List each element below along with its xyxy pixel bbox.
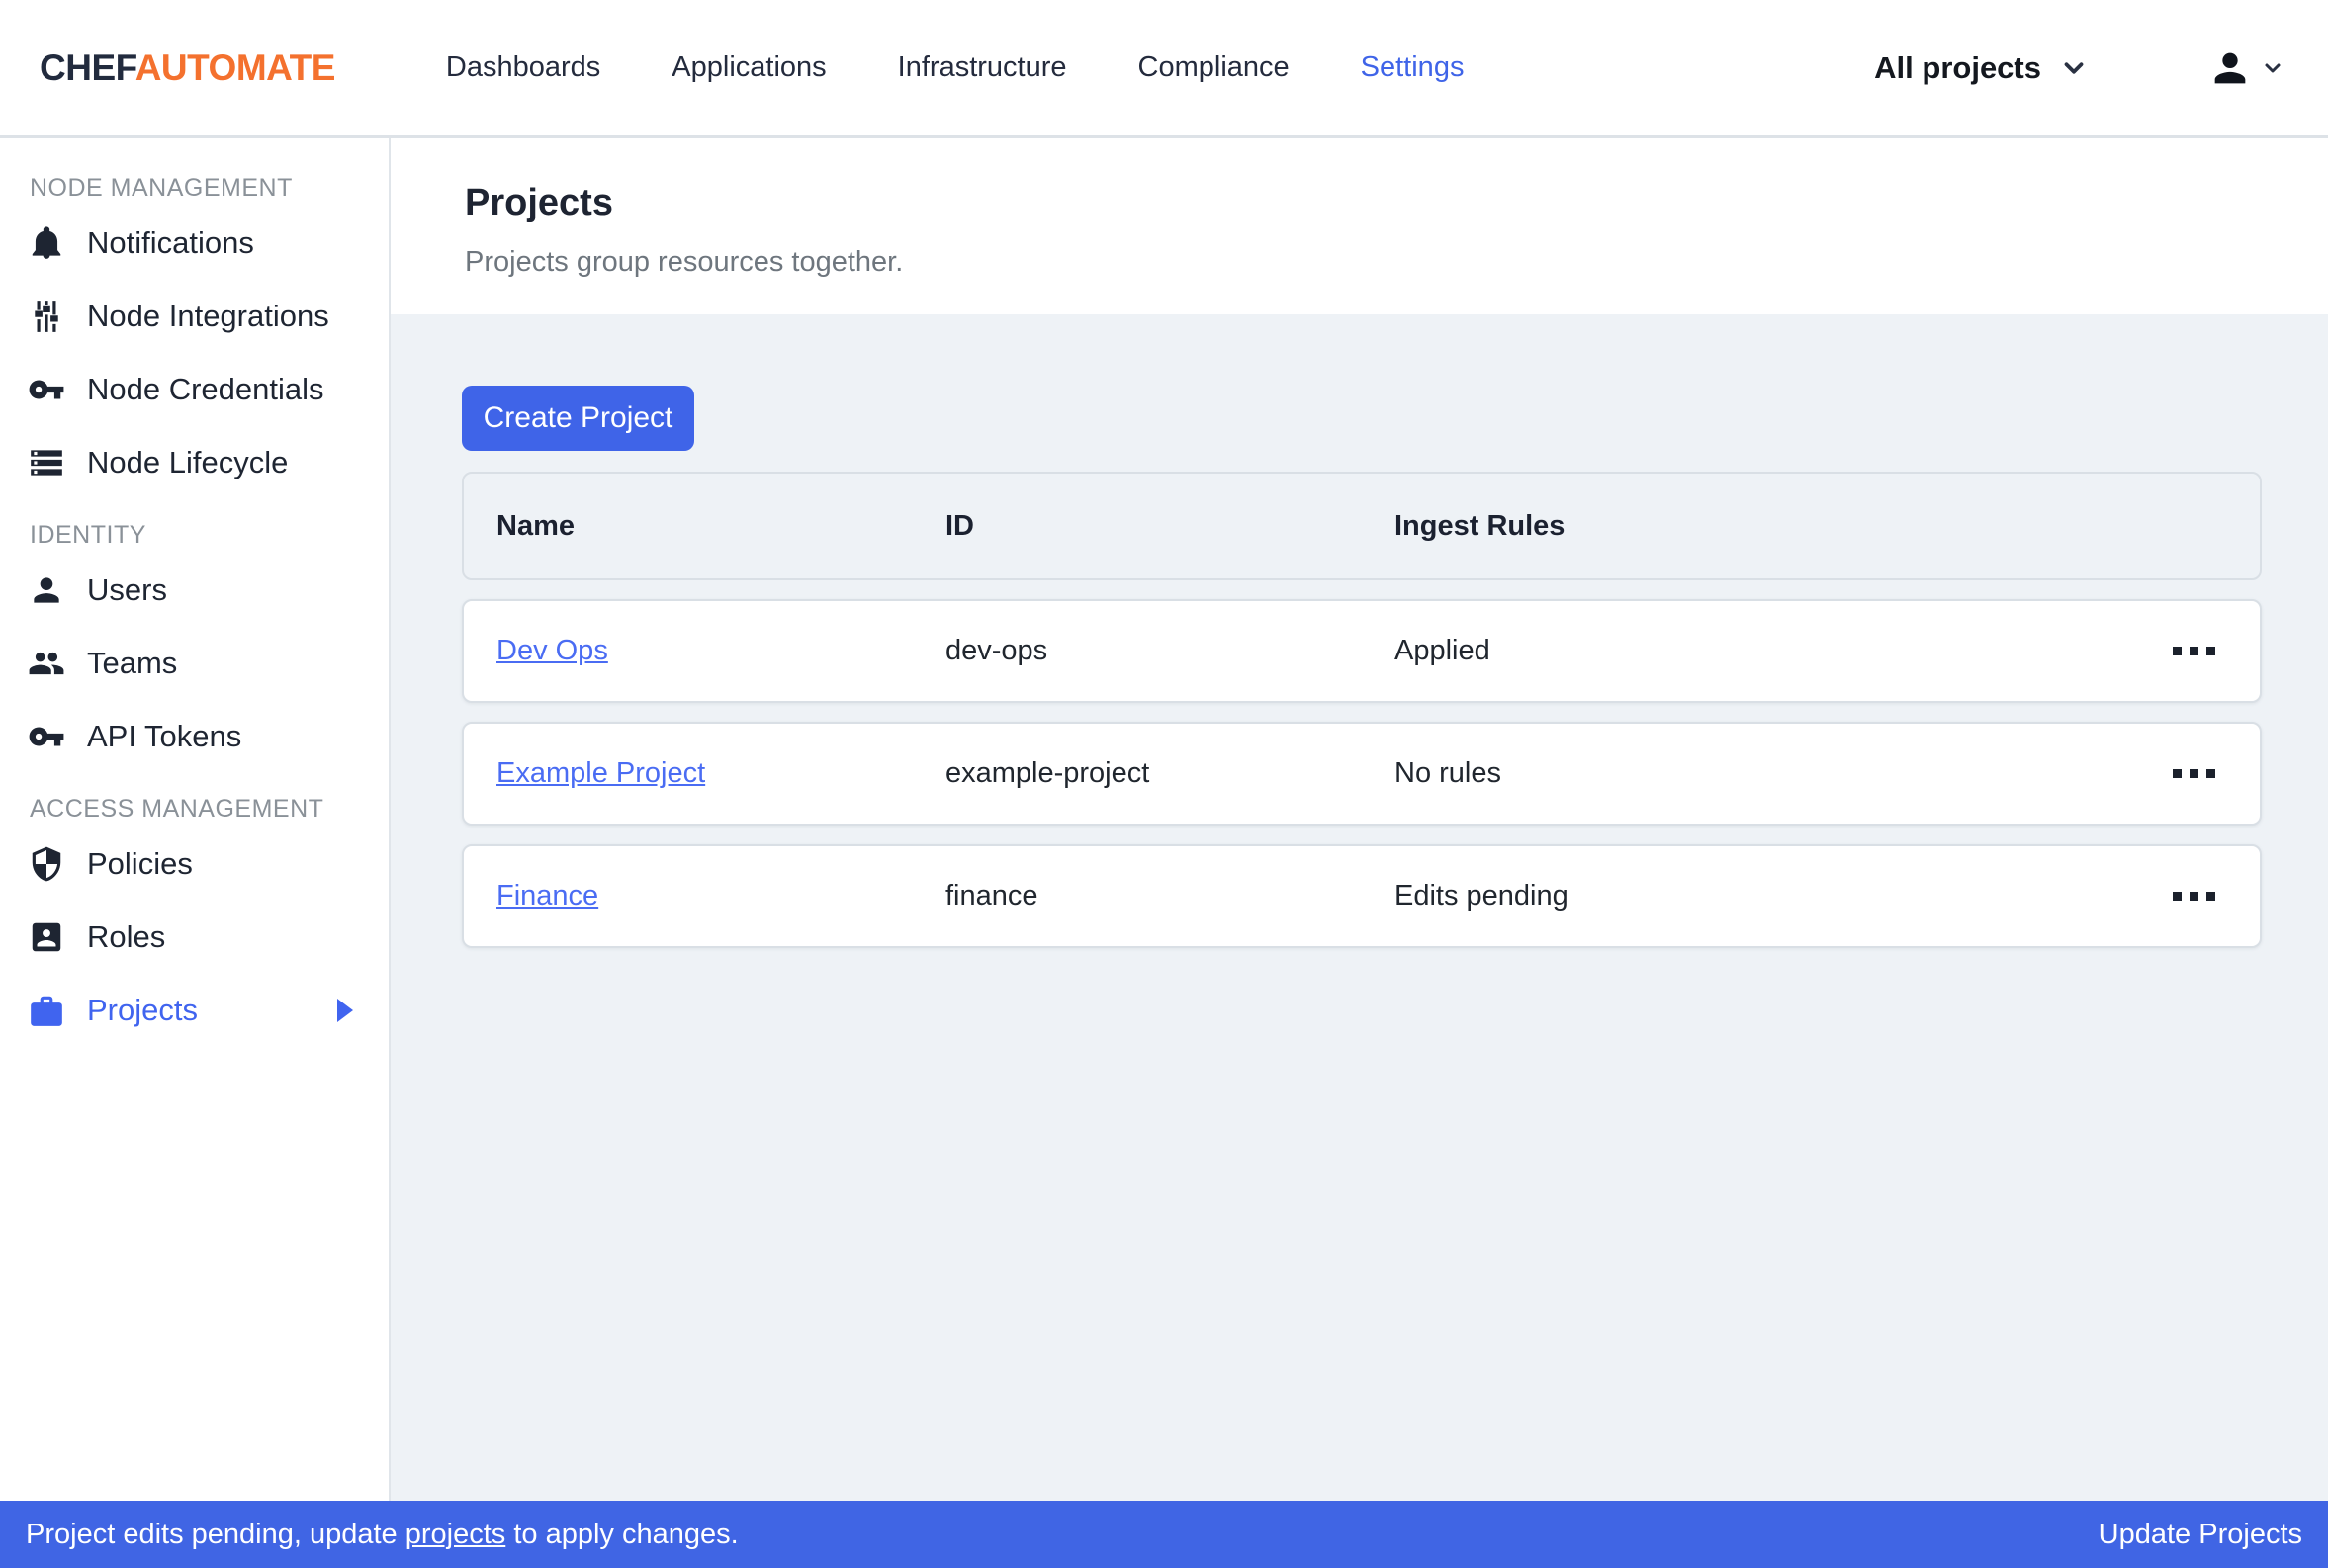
sidebar-item-label: Node Credentials bbox=[87, 372, 324, 407]
row-menu-button[interactable] bbox=[2173, 647, 2215, 655]
ingest-rules-status: Applied bbox=[1394, 635, 2128, 667]
pending-edits-banner: Project edits pending, update projects t… bbox=[0, 1501, 2328, 1568]
project-filter-dropdown[interactable]: All projects bbox=[1874, 50, 2089, 86]
chevron-down-icon bbox=[2261, 56, 2284, 80]
main-nav: Dashboards Applications Infrastructure C… bbox=[446, 51, 1465, 84]
top-navigation: CHEFAUTOMATE Dashboards Applications Inf… bbox=[0, 0, 2328, 138]
main-area: Projects Projects group resources togeth… bbox=[391, 138, 2328, 1501]
settings-sidebar: NODE MANAGEMENT Notifications Node Integ… bbox=[0, 138, 391, 1501]
project-link-finance[interactable]: Finance bbox=[496, 880, 598, 912]
sidebar-item-label: Projects bbox=[87, 993, 198, 1028]
sidebar-item-node-lifecycle[interactable]: Node Lifecycle bbox=[0, 426, 389, 499]
nav-applications[interactable]: Applications bbox=[672, 51, 826, 84]
sidebar-item-roles[interactable]: Roles bbox=[0, 901, 389, 974]
table-header-row: Name ID Ingest Rules bbox=[462, 472, 2262, 580]
ingest-rules-status: No rules bbox=[1394, 757, 2128, 790]
page-title: Projects bbox=[465, 182, 2328, 224]
section-label: ACCESS MANAGEMENT bbox=[30, 795, 389, 824]
projects-content: Create Project Name ID Ingest Rules Dev … bbox=[391, 314, 2328, 1501]
sidebar-item-users[interactable]: Users bbox=[0, 554, 389, 627]
nav-right: All projects bbox=[1874, 45, 2284, 91]
section-label: IDENTITY bbox=[30, 521, 389, 550]
key-icon bbox=[28, 371, 65, 408]
shield-icon bbox=[28, 845, 65, 883]
logo-automate: AUTOMATE bbox=[135, 47, 335, 88]
bell-icon bbox=[28, 224, 65, 262]
user-icon bbox=[28, 571, 65, 609]
active-item-arrow-icon bbox=[337, 999, 353, 1022]
sliders-icon bbox=[28, 298, 65, 335]
user-menu[interactable] bbox=[2207, 45, 2284, 91]
projects-table: Name ID Ingest Rules Dev Ops dev-ops App… bbox=[462, 472, 2262, 948]
table-row: Dev Ops dev-ops Applied bbox=[462, 599, 2262, 703]
nav-settings[interactable]: Settings bbox=[1361, 51, 1465, 84]
section-label: NODE MANAGEMENT bbox=[30, 174, 389, 203]
table-row: Finance finance Edits pending bbox=[462, 844, 2262, 948]
sidebar-item-label: API Tokens bbox=[87, 719, 241, 754]
update-projects-button[interactable]: Update Projects bbox=[2099, 1519, 2302, 1551]
sidebar-item-api-tokens[interactable]: API Tokens bbox=[0, 700, 389, 773]
list-icon bbox=[28, 444, 65, 481]
ingest-rules-status: Edits pending bbox=[1394, 880, 2128, 913]
table-row: Example Project example-project No rules bbox=[462, 722, 2262, 826]
page-header: Projects Projects group resources togeth… bbox=[391, 138, 2328, 314]
project-id: finance bbox=[945, 880, 1394, 913]
sidebar-item-label: Notifications bbox=[87, 225, 254, 261]
nav-compliance[interactable]: Compliance bbox=[1138, 51, 1290, 84]
column-header-id: ID bbox=[945, 510, 1394, 543]
chef-automate-logo[interactable]: CHEFAUTOMATE bbox=[40, 47, 335, 89]
key-icon bbox=[28, 718, 65, 755]
chevron-down-icon bbox=[2059, 53, 2089, 83]
user-icon bbox=[2207, 45, 2253, 91]
row-menu-button[interactable] bbox=[2173, 892, 2215, 901]
sidebar-item-label: Node Lifecycle bbox=[87, 445, 288, 480]
project-id: dev-ops bbox=[945, 635, 1394, 667]
people-icon bbox=[28, 645, 65, 682]
sidebar-item-label: Roles bbox=[87, 919, 165, 955]
sidebar-item-node-integrations[interactable]: Node Integrations bbox=[0, 280, 389, 353]
projects-link[interactable]: projects bbox=[405, 1519, 506, 1551]
project-filter-label: All projects bbox=[1874, 50, 2041, 86]
sidebar-item-label: Teams bbox=[87, 646, 177, 681]
sidebar-item-label: Users bbox=[87, 572, 167, 608]
sidebar-item-node-credentials[interactable]: Node Credentials bbox=[0, 353, 389, 426]
sidebar-item-projects[interactable]: Projects bbox=[0, 974, 389, 1047]
sidebar-item-notifications[interactable]: Notifications bbox=[0, 207, 389, 280]
message-suffix: to apply changes. bbox=[505, 1519, 738, 1551]
pending-edits-message: Project edits pending, update projects t… bbox=[26, 1519, 739, 1551]
project-link-example-project[interactable]: Example Project bbox=[496, 757, 705, 789]
project-id: example-project bbox=[945, 757, 1394, 790]
row-menu-button[interactable] bbox=[2173, 769, 2215, 778]
sidebar-item-teams[interactable]: Teams bbox=[0, 627, 389, 700]
create-project-button[interactable]: Create Project bbox=[462, 386, 694, 451]
nav-infrastructure[interactable]: Infrastructure bbox=[898, 51, 1067, 84]
sidebar-section-access-management: ACCESS MANAGEMENT Policies Roles Project… bbox=[0, 795, 389, 1047]
sidebar-section-identity: IDENTITY Users Teams API Tokens bbox=[0, 521, 389, 773]
page-subtitle: Projects group resources together. bbox=[465, 246, 2328, 279]
sidebar-item-policies[interactable]: Policies bbox=[0, 828, 389, 901]
badge-icon bbox=[28, 918, 65, 956]
sidebar-item-label: Node Integrations bbox=[87, 299, 329, 334]
sidebar-section-node-management: NODE MANAGEMENT Notifications Node Integ… bbox=[0, 174, 389, 499]
column-header-ingest-rules: Ingest Rules bbox=[1394, 510, 2128, 543]
column-header-name: Name bbox=[496, 510, 945, 543]
logo-chef: CHEF bbox=[40, 47, 135, 88]
briefcase-icon bbox=[28, 992, 65, 1029]
project-link-dev-ops[interactable]: Dev Ops bbox=[496, 635, 608, 666]
sidebar-item-label: Policies bbox=[87, 846, 193, 882]
nav-dashboards[interactable]: Dashboards bbox=[446, 51, 600, 84]
message-prefix: Project edits pending, update bbox=[26, 1519, 405, 1551]
